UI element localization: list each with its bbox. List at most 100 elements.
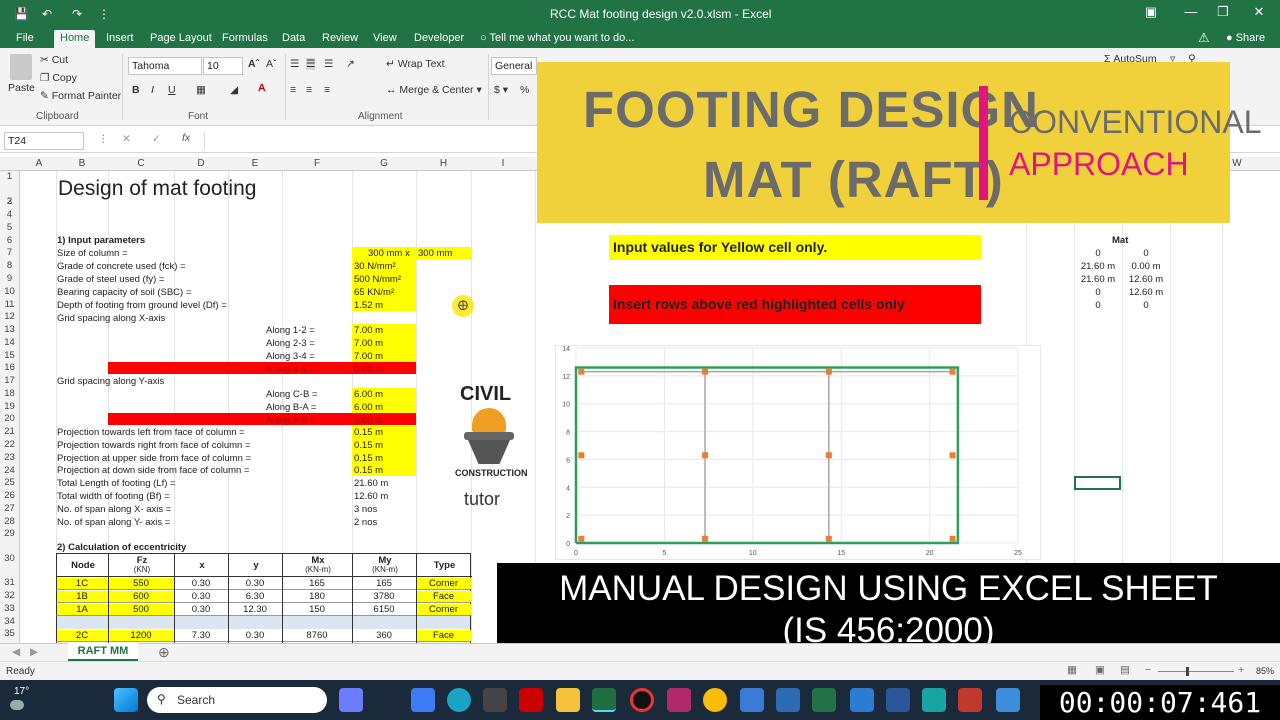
row-header[interactable]: 9 <box>0 273 19 284</box>
column-size-2[interactable]: 300 mm <box>418 248 452 259</box>
row-header[interactable]: 17 <box>0 375 19 386</box>
merge-center-button[interactable]: ↔ Merge & Center ▾ <box>386 84 482 96</box>
col-header[interactable]: E <box>228 158 282 169</box>
tab-developer[interactable]: Developer <box>414 30 464 48</box>
row-header[interactable]: 7 <box>0 247 19 258</box>
row-header[interactable]: 1 <box>0 171 19 182</box>
app-icon[interactable] <box>958 688 982 712</box>
percent-icon[interactable]: % <box>520 84 529 96</box>
mat-cell[interactable]: 12.60 m <box>1122 287 1170 298</box>
next-sheet-icon[interactable]: ▶ <box>30 646 38 658</box>
minimize-button[interactable]: — <box>1178 4 1204 24</box>
mat-cell[interactable]: 21.60 m <box>1074 261 1122 272</box>
acrobat-icon[interactable] <box>519 688 543 712</box>
param-value[interactable]: 500 N/mm² <box>354 274 401 285</box>
param-value[interactable]: 0.15 m <box>354 440 383 451</box>
column-size-1[interactable]: 300 mm x <box>368 248 410 259</box>
table-cell[interactable]: 0.30 <box>174 578 228 589</box>
table-cell[interactable]: 3780 <box>352 591 416 602</box>
row-header[interactable]: 6 <box>0 235 19 246</box>
font-size-select[interactable]: 10 <box>203 57 243 75</box>
mat-cell[interactable]: 0 <box>1074 248 1122 259</box>
align-top-icon[interactable]: ☰ <box>290 58 299 70</box>
tab-data[interactable]: Data <box>282 30 305 48</box>
tab-file[interactable]: File <box>16 30 34 48</box>
table-cell[interactable]: Face <box>416 630 471 641</box>
col-header[interactable]: G <box>352 158 416 169</box>
col-header[interactable]: B <box>56 158 108 169</box>
taskbar-search[interactable]: ⚲ Search <box>147 687 327 713</box>
param-value[interactable]: 0.15 m <box>354 465 383 476</box>
copy-button[interactable]: ❐ Copy <box>40 72 77 84</box>
table-cell[interactable]: 2C <box>56 630 108 641</box>
prev-sheet-icon[interactable]: ◀ <box>12 646 20 658</box>
row-header[interactable]: 20 <box>0 413 19 424</box>
app-icon[interactable] <box>740 688 764 712</box>
normal-view-icon[interactable]: ▦ <box>1067 664 1077 676</box>
table-cell[interactable]: 1C <box>56 578 108 589</box>
col-header[interactable]: H <box>416 158 471 169</box>
align-center-icon[interactable]: ≡ <box>306 84 312 96</box>
mat-cell[interactable]: 12.60 m <box>1122 274 1170 285</box>
row-header[interactable]: 19 <box>0 401 19 412</box>
row-header[interactable]: 28 <box>0 516 19 527</box>
table-cell[interactable]: 1A <box>56 604 108 615</box>
row-header[interactable]: 32 <box>0 590 19 601</box>
table-cell[interactable]: Corner <box>416 604 471 615</box>
col-header[interactable]: A <box>22 158 56 169</box>
number-format-select[interactable]: General <box>491 57 537 75</box>
add-sheet-icon[interactable]: ⊕ <box>158 644 170 661</box>
tell-me-search[interactable]: ○ Tell me what you want to do... <box>480 30 634 48</box>
paste-icon[interactable] <box>10 54 32 80</box>
param-value[interactable]: 0.00 m <box>354 364 383 375</box>
row-header[interactable]: 21 <box>0 426 19 437</box>
col-header[interactable]: I <box>471 158 535 169</box>
row-header[interactable]: 3 <box>0 196 19 207</box>
row-header[interactable]: 15 <box>0 350 19 361</box>
paste-button[interactable]: Paste <box>8 82 35 94</box>
row-header[interactable]: 18 <box>0 388 19 399</box>
zoom-app-icon[interactable] <box>411 688 435 712</box>
table-cell[interactable]: 500 <box>108 604 174 615</box>
param-value[interactable]: 6.00 m <box>354 389 383 400</box>
row-header[interactable]: 31 <box>0 577 19 588</box>
align-left-icon[interactable]: ≡ <box>290 84 296 96</box>
row-header[interactable]: 29 <box>0 528 19 539</box>
row-header[interactable]: 25 <box>0 477 19 488</box>
row-header[interactable]: 16 <box>0 362 19 373</box>
windows-start-icon[interactable] <box>114 688 138 712</box>
app-icon[interactable] <box>922 688 946 712</box>
table-cell[interactable]: 0.30 <box>228 630 282 641</box>
row-header[interactable]: 4 <box>0 209 19 220</box>
zoom-out-icon[interactable]: − <box>1145 664 1151 676</box>
weather-temp[interactable]: 17° <box>14 686 29 697</box>
table-cell[interactable]: 0.30 <box>228 578 282 589</box>
param-value[interactable]: 2 nos <box>354 517 377 528</box>
outlook-icon[interactable] <box>850 688 874 712</box>
save-icon[interactable]: 💾 <box>14 7 29 21</box>
row-header[interactable]: 30 <box>0 553 19 564</box>
tab-insert[interactable]: Insert <box>106 30 134 48</box>
maximize-button[interactable]: ❐ <box>1210 4 1236 24</box>
mat-cell[interactable]: 0 <box>1122 248 1170 259</box>
row-header[interactable]: 23 <box>0 452 19 463</box>
italic-button[interactable]: I <box>151 84 154 96</box>
param-value[interactable]: 7.00 m <box>354 338 383 349</box>
edge-icon[interactable] <box>447 688 471 712</box>
decrease-font-icon[interactable]: Aˇ <box>266 58 277 70</box>
enter-icon[interactable]: ✓ <box>152 133 161 145</box>
font-name-select[interactable]: Tahoma <box>128 57 202 75</box>
mat-cell[interactable]: 21.60 m <box>1074 274 1122 285</box>
store-icon[interactable] <box>483 688 507 712</box>
mat-cell[interactable]: 0 <box>1122 300 1170 311</box>
tab-review[interactable]: Review <box>322 30 358 48</box>
zoom-slider-thumb[interactable] <box>1186 667 1189 676</box>
align-right-icon[interactable]: ≡ <box>324 84 330 96</box>
align-middle-icon[interactable]: ☰ <box>306 58 316 70</box>
table-cell[interactable]: 0.30 <box>174 604 228 615</box>
close-button[interactable]: ✕ <box>1246 4 1272 24</box>
zoom-slider[interactable] <box>1158 671 1234 672</box>
table-cell[interactable]: 0.30 <box>174 591 228 602</box>
page-break-icon[interactable]: ▤ <box>1120 664 1130 676</box>
param-value[interactable]: 0.15 m <box>354 453 383 464</box>
